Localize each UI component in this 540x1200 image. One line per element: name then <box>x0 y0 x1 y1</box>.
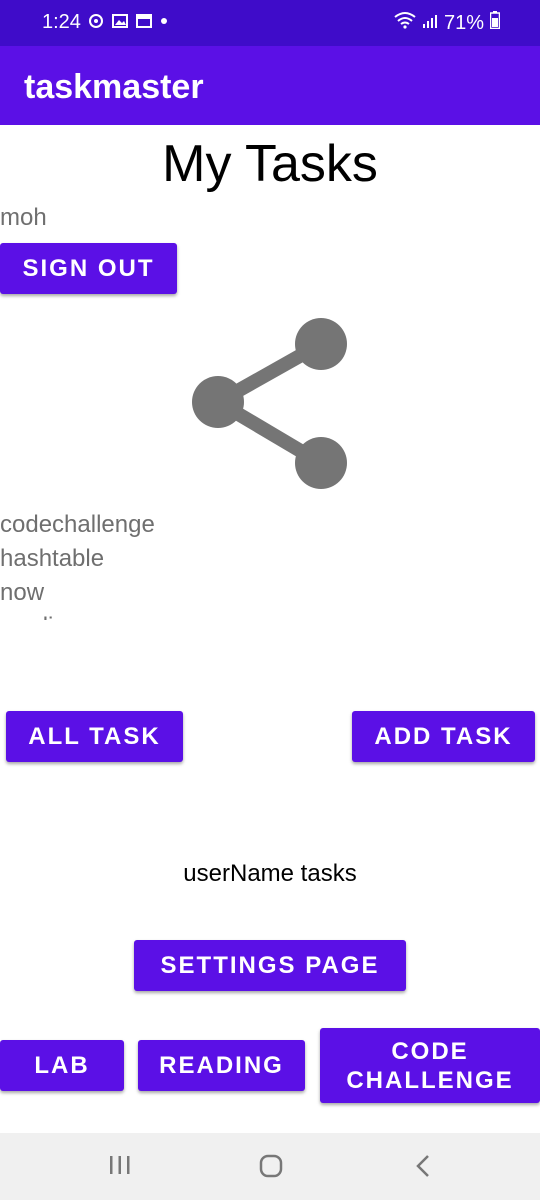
task-item[interactable]: reading <box>0 610 300 620</box>
app-title: taskmaster <box>24 68 204 106</box>
battery-percent: 71% <box>443 11 484 34</box>
page-title: My Tasks <box>162 135 378 193</box>
back-icon[interactable] <box>412 1153 436 1184</box>
system-nav-bar <box>0 1133 540 1200</box>
sign-out-button[interactable]: SIGN OUT <box>0 243 177 294</box>
dot-icon <box>160 13 168 34</box>
status-right: 71% <box>394 11 501 35</box>
signal-icon <box>422 12 438 35</box>
all-task-button[interactable]: ALL TASK <box>6 711 183 762</box>
username-label: moh <box>0 204 47 231</box>
sync-icon <box>88 13 104 34</box>
status-notification-icons <box>88 13 168 34</box>
home-icon[interactable] <box>258 1153 284 1184</box>
reading-button[interactable]: READING <box>138 1040 305 1091</box>
task-item[interactable]: hashtable <box>0 542 300 576</box>
task-list[interactable]: codechallenge hashtable now reading <box>0 508 300 620</box>
gallery-icon <box>112 13 128 34</box>
battery-icon <box>489 11 501 35</box>
code-challenge-button[interactable]: CODE CHALLENGE <box>320 1028 540 1103</box>
recents-icon[interactable] <box>108 1153 132 1182</box>
status-time: 1:24 <box>42 11 81 33</box>
lab-button[interactable]: LAB <box>0 1040 124 1091</box>
wifi-icon <box>394 11 416 35</box>
share-icon[interactable] <box>188 315 350 493</box>
user-tasks-label: userName tasks <box>183 860 357 887</box>
calendar-icon <box>136 13 152 34</box>
settings-page-button[interactable]: SETTINGS PAGE <box>134 940 406 991</box>
add-task-button[interactable]: ADD TASK <box>352 711 535 762</box>
status-bar: 1:24 71% <box>0 0 540 46</box>
task-item[interactable]: codechallenge <box>0 508 300 542</box>
app-bar: taskmaster <box>0 46 540 125</box>
task-item[interactable]: now <box>0 576 300 610</box>
